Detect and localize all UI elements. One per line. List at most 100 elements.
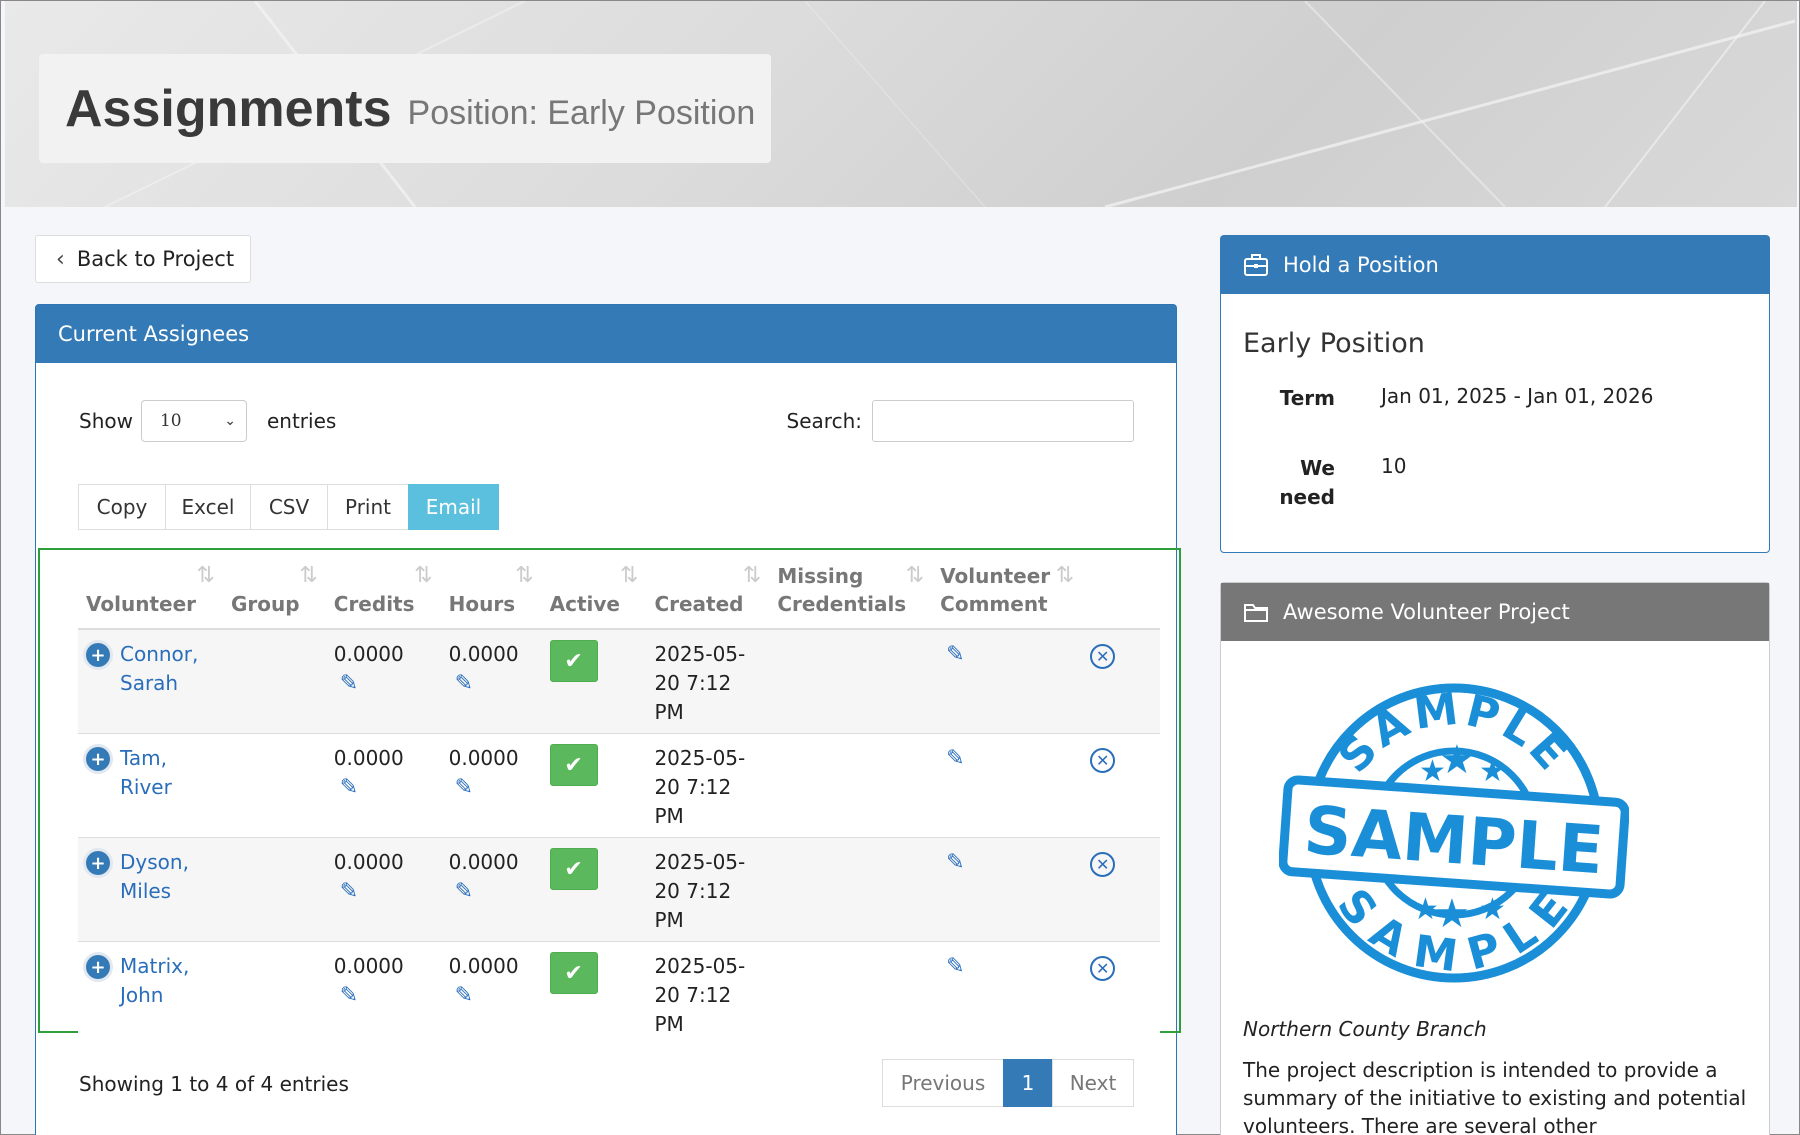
copy-button[interactable]: Copy [78,484,166,530]
expand-row-icon[interactable]: + [86,643,110,667]
page-subtitle: Position: Early Position [407,94,756,132]
hours-value: 0.0000 [448,642,519,666]
active-toggle-check-icon[interactable]: ✔ [549,640,598,682]
edit-comment-pencil-icon[interactable]: ✎ [946,848,964,877]
previous-page-button[interactable]: Previous [882,1059,1004,1107]
project-description: The project description is intended to p… [1243,1058,1747,1135]
expand-row-icon[interactable]: + [86,955,110,979]
sort-icon: ⇅ [620,563,639,588]
table-summary: Showing 1 to 4 of 4 entries [79,1072,349,1096]
next-page-button[interactable]: Next [1052,1059,1134,1107]
missing-credentials-cell [769,837,933,942]
credits-value: 0.0000 [333,746,404,770]
created-cell: 2025-05-20 7:12 PM [646,733,770,838]
chevron-left-icon: ‹ [56,246,65,272]
remove-circle-x-icon[interactable]: ✕ [1090,956,1116,981]
svg-text:★: ★ [1434,891,1470,937]
column-header-volunteer[interactable]: Volunteer ⇅ [78,554,223,630]
edit-comment-pencil-icon[interactable]: ✎ [946,744,964,773]
hold-position-header: Hold a Position [1221,236,1769,294]
email-button[interactable]: Email [408,484,499,530]
page-title: Assignments [65,79,392,138]
column-header-hours[interactable]: Hours ⇅ [440,554,542,630]
table-row: + Matrix, John 0.0000 ✎ 0.0000 ✎ ✔ 2025-05-… [78,941,1160,1045]
sort-icon: ⇅ [905,563,925,588]
sort-icon: ⇅ [1055,563,1075,588]
table-row: + Connor, Sarah 0.0000 ✎ 0.0000 ✎ ✔ 2025-05… [78,629,1160,734]
expand-row-icon[interactable]: + [86,851,110,875]
column-label: Hours [448,592,516,616]
export-button-group: Copy Excel CSV Print Email [78,484,499,530]
page-title-card: Assignments Position: Early Position [39,54,771,163]
column-header-group[interactable]: Group ⇅ [222,554,326,630]
edit-comment-pencil-icon[interactable]: ✎ [946,952,964,981]
column-header-credits[interactable]: Credits ⇅ [325,554,441,630]
active-toggle-check-icon[interactable]: ✔ [549,744,598,786]
edit-comment-pencil-icon[interactable]: ✎ [946,640,964,669]
remove-circle-x-icon[interactable]: ✕ [1090,748,1116,773]
briefcase-icon [1244,254,1268,276]
edit-hours-pencil-icon[interactable]: ✎ [455,877,473,906]
svg-text:★: ★ [1479,892,1506,927]
term-value: Jan 01, 2025 - Jan 01, 2026 [1381,384,1654,408]
need-value: 10 [1381,454,1407,478]
volunteer-name-link[interactable]: Connor, Sarah [120,640,217,698]
svg-text:★: ★ [1439,737,1475,783]
project-header: Awesome Volunteer Project [1221,583,1769,641]
remove-circle-x-icon[interactable]: ✕ [1090,644,1116,669]
remove-circle-x-icon[interactable]: ✕ [1090,852,1116,877]
excel-button[interactable]: Excel [165,484,251,530]
pagination: Previous 1 Next [882,1059,1134,1107]
page-size-value: 10 [159,411,182,431]
search-input[interactable] [872,400,1134,442]
active-toggle-check-icon[interactable]: ✔ [549,952,598,994]
column-header-actions [1082,554,1160,630]
volunteer-name-link[interactable]: Dyson, Miles [120,848,217,906]
page-1-button[interactable]: 1 [1003,1059,1053,1107]
volunteer-name-link[interactable]: Tam, River [120,744,217,802]
active-toggle-check-icon[interactable]: ✔ [549,848,598,890]
column-label: Volunteer [86,592,197,616]
search-control: Search: [787,400,1134,442]
column-label: Missing Credentials [777,564,907,616]
column-header-volunteer-comment[interactable]: Volunteer Comment ⇅ [932,554,1083,630]
sample-stamp-image: SAMPLE SAMPLE ★ ★ ★ ★ ★ ★ SAMPLE [1279,683,1629,983]
column-header-active[interactable]: Active ⇅ [541,554,647,630]
folder-icon [1244,604,1268,622]
edit-credits-pencil-icon[interactable]: ✎ [340,773,358,802]
back-to-project-button[interactable]: ‹ Back to Project [35,235,251,283]
column-label: Credits [333,592,415,616]
edit-hours-pencil-icon[interactable]: ✎ [455,773,473,802]
term-label: Term [1279,386,1335,410]
credits-value: 0.0000 [333,954,404,978]
assignees-table: Volunteer ⇅ Group ⇅ Credits ⇅ Hours ⇅ Active… [78,554,1160,1045]
edit-credits-pencil-icon[interactable]: ✎ [340,669,358,698]
print-button[interactable]: Print [327,484,409,530]
sort-icon: ⇅ [299,563,318,588]
group-cell [222,837,326,942]
csv-button[interactable]: CSV [250,484,328,530]
edit-credits-pencil-icon[interactable]: ✎ [340,981,358,1010]
sort-icon: ⇅ [196,563,215,588]
expand-row-icon[interactable]: + [86,747,110,771]
search-label: Search: [786,409,862,433]
volunteer-name-link[interactable]: Matrix, John [120,952,217,1010]
page-size-select[interactable]: 10 ⌄ [140,400,247,442]
svg-text:★: ★ [1479,754,1506,789]
credits-value: 0.0000 [333,850,404,874]
edit-credits-pencil-icon[interactable]: ✎ [340,877,358,906]
edit-hours-pencil-icon[interactable]: ✎ [455,669,473,698]
position-name: Early Position [1243,328,1425,359]
missing-credentials-cell [769,941,933,1045]
sort-icon: ⇅ [414,563,433,588]
project-panel: Awesome Volunteer Project SAMPLE SAMPLE … [1220,582,1770,1135]
column-header-missing-credentials[interactable]: Missing Credentials ⇅ [769,554,933,630]
hours-value: 0.0000 [448,850,519,874]
edit-hours-pencil-icon[interactable]: ✎ [455,981,473,1010]
column-header-created[interactable]: Created ⇅ [646,554,770,630]
chevron-down-icon: ⌄ [224,413,236,429]
group-cell [222,941,326,1045]
missing-credentials-cell [769,733,933,838]
need-label: We need [1279,456,1335,509]
hold-position-panel: Hold a Position Early Position Term Jan … [1220,235,1770,553]
